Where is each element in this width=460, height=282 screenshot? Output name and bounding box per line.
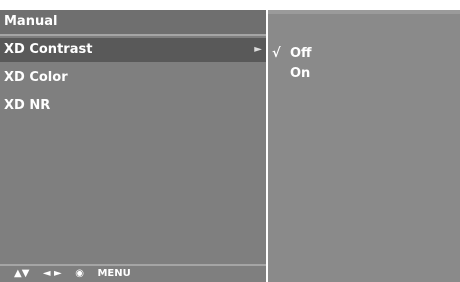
check-icon: √ <box>272 46 281 61</box>
menu-item-xd-nr[interactable]: XD NR <box>0 94 266 118</box>
nav-hint-bar: ▲▼ ◄ ► ◉ MENU <box>0 266 266 282</box>
submenu-top-strip <box>268 10 460 14</box>
menu-hint: MENU <box>97 268 131 279</box>
option-off[interactable]: √ Off <box>272 44 312 64</box>
menu-item-label: XD NR <box>4 98 51 113</box>
ok-button-icon: ◉ <box>75 268 84 279</box>
title-divider <box>0 34 266 36</box>
menu-item-xd-contrast[interactable]: XD Contrast ► <box>0 38 266 62</box>
menu-item-label: XD Contrast <box>4 42 93 57</box>
menu-title: Manual <box>0 10 266 34</box>
menu-panel: Manual XD Contrast ► XD Color XD NR ▲▼ ◄… <box>0 10 266 282</box>
option-label: On <box>290 66 311 81</box>
arrow-right-icon: ► <box>254 44 262 55</box>
left-right-icon: ◄ ► <box>42 268 62 279</box>
option-on[interactable]: On <box>272 64 310 84</box>
osd-screen: Manual XD Contrast ► XD Color XD NR ▲▼ ◄… <box>0 0 460 282</box>
submenu-panel: √ Off On <box>268 10 460 282</box>
menu-item-label: XD Color <box>4 70 68 85</box>
menu-item-xd-color[interactable]: XD Color <box>0 66 266 90</box>
option-label: Off <box>290 46 312 61</box>
up-down-icon: ▲▼ <box>14 268 30 279</box>
